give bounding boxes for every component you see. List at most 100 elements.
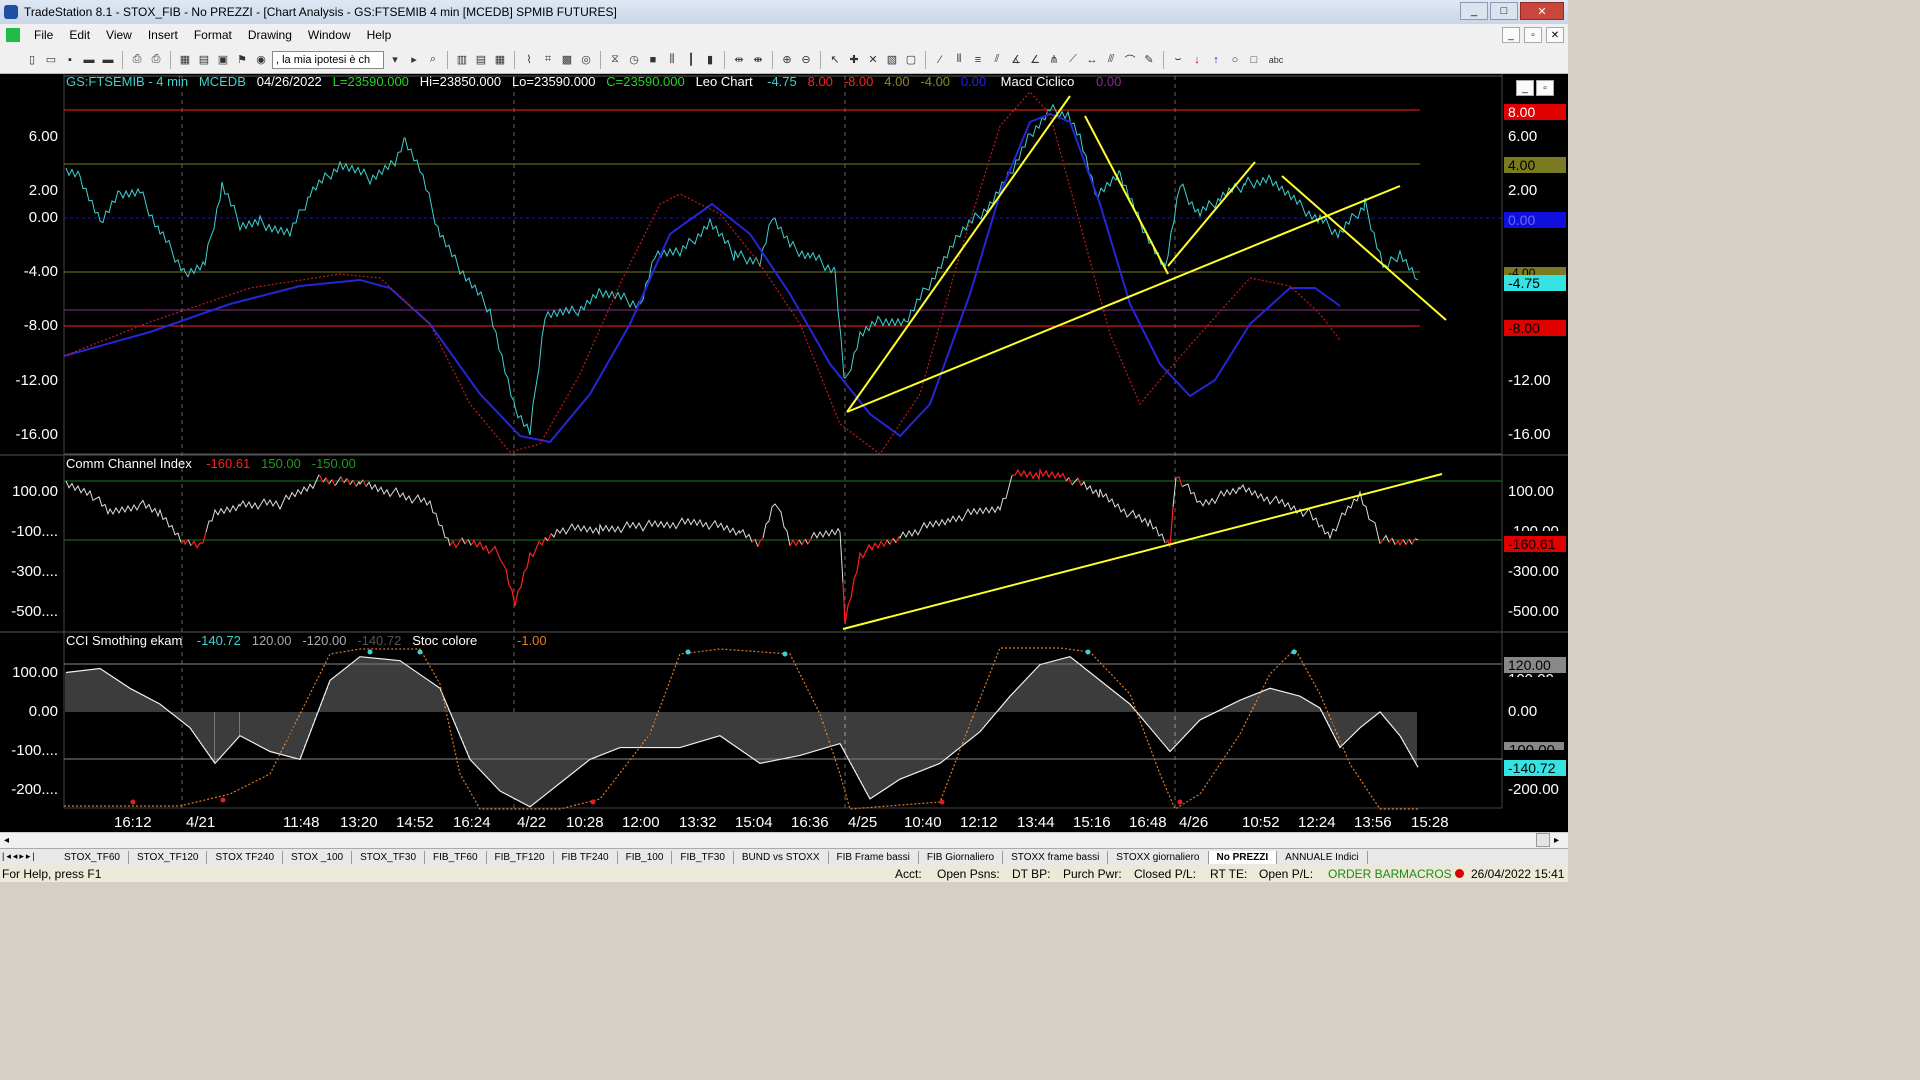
maximize-button[interactable]: □ (1490, 2, 1518, 20)
new-icon[interactable]: ▯ (24, 52, 40, 68)
tab-stox-tf60[interactable]: STOX_TF60 (56, 851, 129, 864)
camera-icon[interactable]: ◉ (253, 52, 269, 68)
text-tool-icon[interactable]: abc (1265, 52, 1287, 68)
tools-icon[interactable]: ✕ (865, 52, 881, 68)
list-icon[interactable]: ▤ (473, 52, 489, 68)
candles-icon[interactable]: ┃ (683, 52, 699, 68)
vertical-line-icon[interactable]: ⦀ (951, 52, 967, 68)
menu-window[interactable]: Window (300, 28, 359, 42)
speed-lines-icon[interactable]: ∠ (1027, 52, 1043, 68)
play-icon[interactable]: ▸ (406, 52, 422, 68)
tab-fib-100[interactable]: FIB_100 (618, 851, 673, 864)
curve-icon[interactable]: ⌣ (1170, 52, 1186, 68)
rectangle-icon[interactable]: □ (1246, 52, 1262, 68)
tab-fib-frame-bassi[interactable]: FIB Frame bassi (829, 851, 919, 864)
mdi-minimize-button[interactable]: _ (1502, 27, 1520, 43)
tab-stox-tf30[interactable]: STOX_TF30 (352, 851, 426, 864)
down-arrow-icon[interactable]: ↓ (1189, 52, 1205, 68)
tab-fib-tf60[interactable]: FIB_TF60 (425, 851, 487, 864)
volume-icon[interactable]: ▮ (702, 52, 718, 68)
matrix-icon[interactable]: ▩ (559, 52, 575, 68)
minimize-button[interactable]: _ (1460, 2, 1488, 20)
chart-canvas[interactable] (0, 74, 1568, 832)
menu-edit[interactable]: Edit (61, 28, 98, 42)
panel-restore-button[interactable]: ▫ (1536, 80, 1554, 96)
expand-icon[interactable]: ⇼ (750, 52, 766, 68)
save-icon[interactable]: ▪ (62, 52, 78, 68)
measure-icon[interactable]: ↔ (1084, 52, 1100, 68)
tab-nav-icons[interactable]: |◂◂▸▸| (2, 851, 37, 862)
tab-stox-100[interactable]: STOX _100 (283, 851, 353, 864)
gann-icon[interactable]: ⟋ (1065, 52, 1081, 68)
menu-help[interactable]: Help (359, 28, 400, 42)
compress-icon[interactable]: ⇹ (731, 52, 747, 68)
radar-icon[interactable]: ◎ (578, 52, 594, 68)
status-macros[interactable]: MACROS (1399, 867, 1452, 881)
tab-stox-tf120[interactable]: STOX_TF120 (129, 851, 208, 864)
up-arrow-icon[interactable]: ↑ (1208, 52, 1224, 68)
bars-icon[interactable]: ⫼ (664, 52, 680, 68)
window-icon[interactable]: ▤ (196, 52, 212, 68)
trendline-icon[interactable]: ⁄ (932, 52, 948, 68)
tab-fib-giornaliero[interactable]: FIB Giornaliero (919, 851, 1004, 864)
horizontal-scrollbar[interactable]: ◂ ▸ (0, 832, 1568, 848)
hourglass-icon[interactable]: ⧖ (607, 52, 623, 68)
text-combo[interactable]: , la mia ipotesi è ch (272, 50, 384, 69)
menu-file[interactable]: File (26, 28, 61, 42)
mdi-restore-button[interactable]: ▫ (1524, 27, 1542, 43)
horizontal-line-icon[interactable]: ≡ (970, 52, 986, 68)
dropdown-arrow-icon[interactable]: ▾ (387, 52, 403, 68)
scroll-right-icon[interactable]: ▸ (1554, 835, 1559, 846)
mdi-close-button[interactable]: ✕ (1546, 27, 1564, 43)
folder-icon[interactable]: ▬ (81, 52, 97, 68)
crosshair-icon[interactable]: ✚ (846, 52, 862, 68)
grid-icon[interactable]: ▥ (454, 52, 470, 68)
regression-icon[interactable]: ⫻ (1103, 52, 1119, 68)
tab-fib-tf120[interactable]: FIB_TF120 (487, 851, 554, 864)
tab-bund-vs-stoxx[interactable]: BUND vs STOXX (734, 851, 829, 864)
channel-icon[interactable]: ⫽ (989, 52, 1005, 68)
clock-icon[interactable]: ◷ (626, 52, 642, 68)
data-window-icon[interactable]: ▧ (884, 52, 900, 68)
menu-drawing[interactable]: Drawing (240, 28, 300, 42)
tab-no-prezzi[interactable]: No PREZZI (1208, 851, 1278, 864)
menu-format[interactable]: Format (186, 28, 240, 42)
menu-insert[interactable]: Insert (140, 28, 186, 42)
andrews-icon[interactable]: ⋔ (1046, 52, 1062, 68)
menu-view[interactable]: View (98, 28, 140, 42)
x-label: 12:24 (1298, 814, 1336, 831)
arc-icon[interactable]: ⌒ (1122, 52, 1138, 68)
tab-annuale-indici[interactable]: ANNUALE Indici (1277, 851, 1368, 864)
layout-icon[interactable]: ▣ (215, 52, 231, 68)
open-icon[interactable]: ▭ (43, 52, 59, 68)
print-preview-icon[interactable]: ⎙ (148, 52, 164, 68)
scanner-icon[interactable]: ⌗ (540, 52, 556, 68)
stop-icon[interactable]: ■ (645, 52, 661, 68)
scroll-left-icon[interactable]: ◂ (4, 835, 9, 846)
panel-minimize-button[interactable]: _ (1516, 80, 1534, 96)
zoom-in-icon[interactable]: ⊕ (779, 52, 795, 68)
zoom-out-icon[interactable]: ⊖ (798, 52, 814, 68)
scroll-thumb[interactable] (1536, 833, 1550, 847)
folder2-icon[interactable]: ▬ (100, 52, 116, 68)
lock-icon[interactable]: ▢ (903, 52, 919, 68)
flag-icon[interactable]: ⚑ (234, 52, 250, 68)
table-icon[interactable]: ▦ (492, 52, 508, 68)
tab-stox-tf240[interactable]: STOX TF240 (207, 851, 284, 864)
workspace-icon[interactable]: ▦ (177, 52, 193, 68)
tab-fib-tf240[interactable]: FIB TF240 (554, 851, 618, 864)
tag-olive-top: 4.00 (1504, 157, 1566, 173)
find-icon[interactable]: ⌕ (425, 52, 441, 68)
tab-stoxx-frame-bassi[interactable]: STOXX frame bassi (1003, 851, 1109, 864)
close-button[interactable]: ✕ (1520, 2, 1564, 20)
cursor-icon[interactable]: ↖ (827, 52, 843, 68)
chart-icon[interactable]: ⌇ (521, 52, 537, 68)
pencil-icon[interactable]: ✎ (1141, 52, 1157, 68)
chart-area[interactable]: GS:FTSEMIB - 4 min MCEDB 04/26/2022 L=23… (0, 74, 1568, 832)
fibonacci-icon[interactable]: ∡ (1008, 52, 1024, 68)
tab-fib-tf30[interactable]: FIB_TF30 (672, 851, 734, 864)
ellipse-icon[interactable]: ○ (1227, 52, 1243, 68)
status-order-bar[interactable]: ORDER BAR (1328, 867, 1399, 881)
tab-stoxx-giornaliero[interactable]: STOXX giornaliero (1108, 851, 1209, 864)
print-icon[interactable]: ⎙ (129, 52, 145, 68)
